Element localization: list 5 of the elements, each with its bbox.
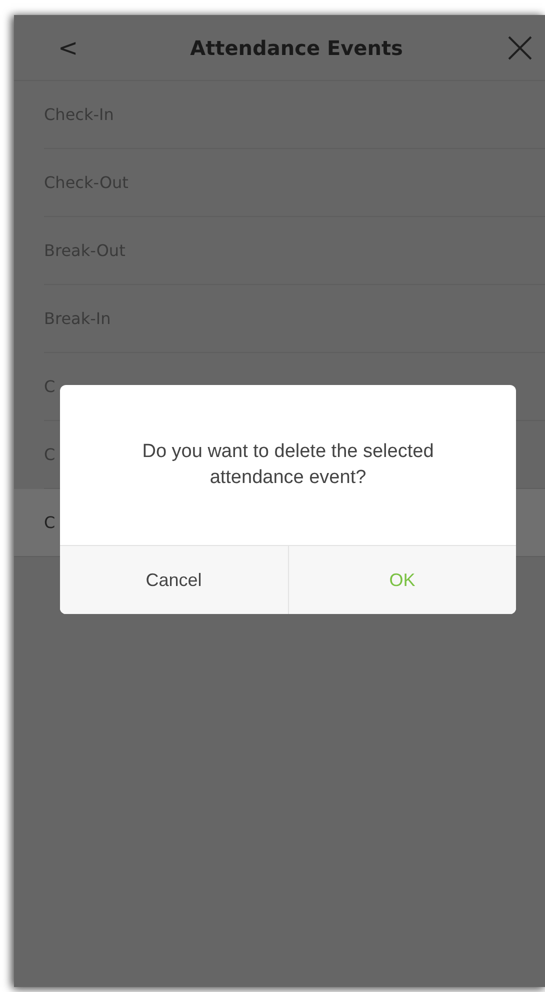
- close-icon[interactable]: [506, 34, 533, 60]
- screen-title: Attendance Events: [190, 36, 403, 60]
- dialog-message: Do you want to delete the selected attendance event?: [141, 440, 435, 490]
- ok-button[interactable]: OK: [288, 546, 516, 614]
- back-button[interactable]: <: [58, 34, 78, 62]
